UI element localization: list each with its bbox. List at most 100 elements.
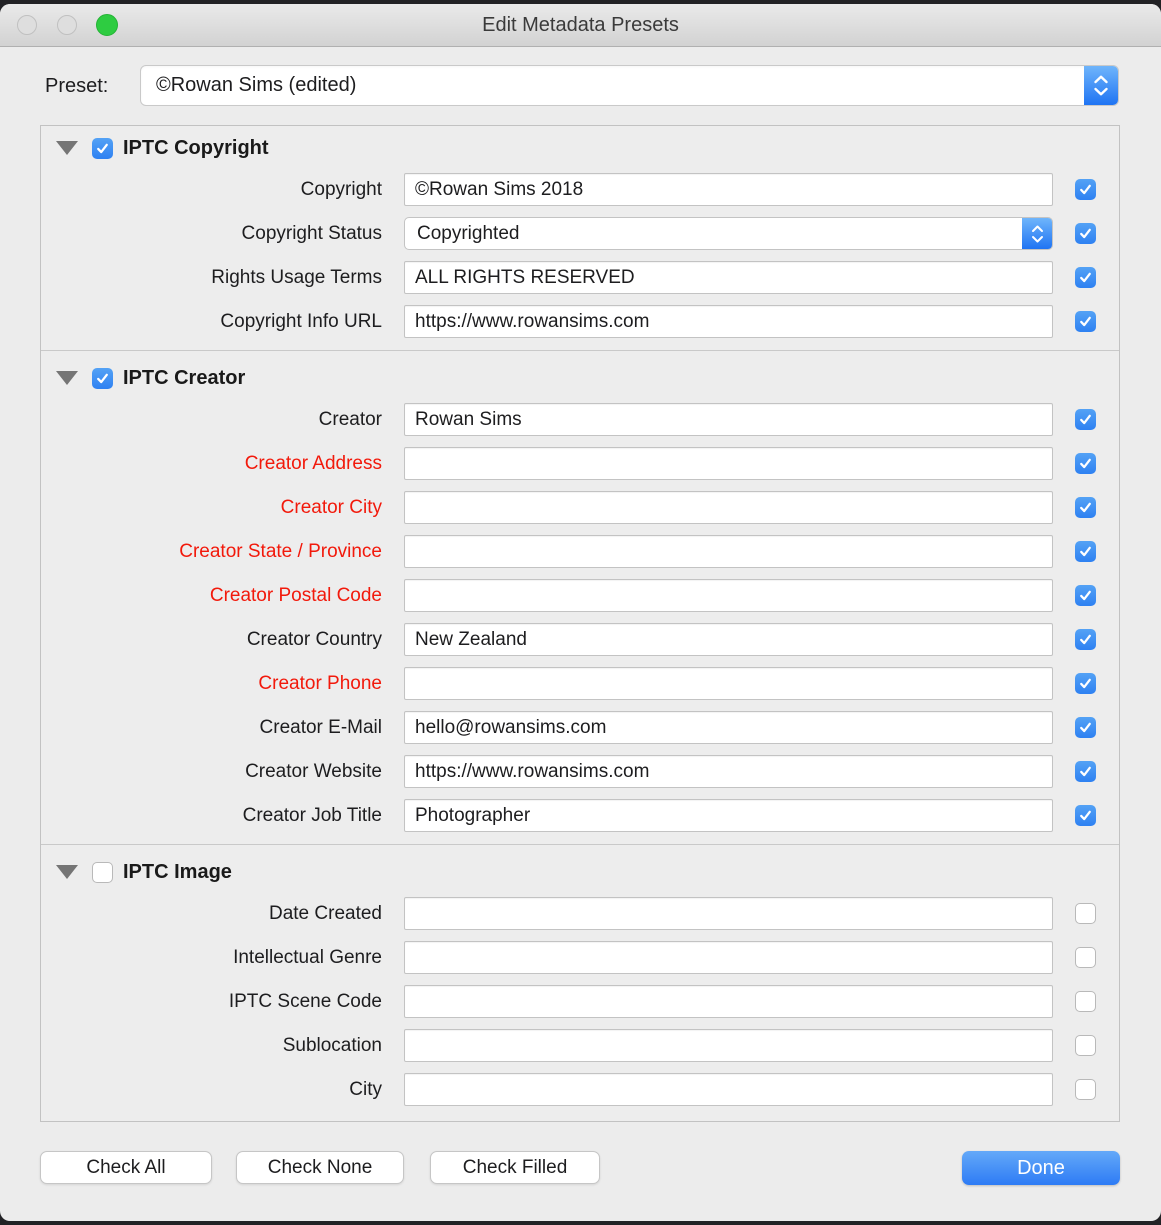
metadata-text-input[interactable] xyxy=(404,711,1053,744)
field-include-checkbox[interactable] xyxy=(1075,629,1096,650)
check-all-button[interactable]: Check All xyxy=(40,1151,212,1184)
field-include-checkbox[interactable] xyxy=(1075,311,1096,332)
field-wrap xyxy=(404,1073,1053,1106)
field-include-checkbox[interactable] xyxy=(1075,267,1096,288)
popup-stepper-icon[interactable] xyxy=(1022,218,1052,249)
metadata-text-input[interactable] xyxy=(404,261,1053,294)
metadata-text-input[interactable] xyxy=(404,667,1053,700)
disclosure-triangle-icon[interactable] xyxy=(56,140,78,156)
metadata-field-row: Sublocation xyxy=(41,1029,1119,1062)
metadata-text-input[interactable] xyxy=(404,985,1053,1018)
checkmark-icon xyxy=(1080,634,1091,645)
field-label: Sublocation xyxy=(282,1034,382,1056)
field-include-checkbox[interactable] xyxy=(1075,497,1096,518)
field-wrap xyxy=(404,711,1053,744)
field-label: Creator Website xyxy=(245,760,382,782)
field-label: Creator State / Province xyxy=(179,540,382,562)
metadata-scroll-area[interactable]: IPTC Copyright Copyright Copyright Statu… xyxy=(40,125,1120,1122)
done-button[interactable]: Done xyxy=(962,1151,1120,1185)
disclosure-triangle-icon[interactable] xyxy=(56,864,78,880)
field-include-checkbox[interactable] xyxy=(1075,223,1096,244)
section-checkbox[interactable] xyxy=(92,137,113,159)
section-checkbox[interactable] xyxy=(92,367,113,389)
section-divider xyxy=(41,350,1119,351)
preset-stepper-icon[interactable] xyxy=(1084,66,1118,105)
field-include-checkbox[interactable] xyxy=(1075,541,1096,562)
field-label: Creator Postal Code xyxy=(209,584,382,606)
metadata-text-input[interactable] xyxy=(404,173,1053,206)
metadata-text-input[interactable] xyxy=(404,941,1053,974)
field-include-checkbox[interactable] xyxy=(1075,761,1096,782)
field-wrap xyxy=(404,897,1053,930)
field-label: Date Created xyxy=(268,902,382,924)
section-title: IPTC Creator xyxy=(123,366,246,389)
metadata-text-input[interactable] xyxy=(404,623,1053,656)
field-wrap xyxy=(404,755,1053,788)
field-include-checkbox[interactable] xyxy=(1075,717,1096,738)
metadata-text-input[interactable] xyxy=(404,447,1053,480)
checkmark-icon xyxy=(1080,678,1091,689)
field-wrap xyxy=(404,667,1053,700)
field-wrap xyxy=(404,305,1053,338)
field-wrap: Copyrighted xyxy=(404,217,1053,250)
preset-label: Preset: xyxy=(45,75,109,97)
field-label: Creator Phone xyxy=(258,672,382,694)
metadata-text-input[interactable] xyxy=(404,1029,1053,1062)
metadata-field-row: Creator Address xyxy=(41,447,1119,480)
check-filled-button[interactable]: Check Filled xyxy=(430,1151,600,1184)
metadata-field-row: Date Created xyxy=(41,897,1119,930)
field-include-checkbox[interactable] xyxy=(1075,947,1096,968)
checkmark-icon xyxy=(1080,458,1091,469)
field-include-checkbox[interactable] xyxy=(1075,1079,1096,1100)
metadata-text-input[interactable] xyxy=(404,1073,1053,1106)
section-title: IPTC Image xyxy=(123,860,232,883)
field-include-checkbox[interactable] xyxy=(1075,453,1096,474)
disclosure-triangle-icon[interactable] xyxy=(56,370,78,386)
metadata-field-row: IPTC Scene Code xyxy=(41,985,1119,1018)
metadata-popup[interactable]: Copyrighted xyxy=(404,217,1053,250)
field-label: Copyright Info URL xyxy=(220,310,382,332)
metadata-text-input[interactable] xyxy=(404,305,1053,338)
metadata-text-input[interactable] xyxy=(404,535,1053,568)
field-include-checkbox[interactable] xyxy=(1075,1035,1096,1056)
field-label: Copyright Status xyxy=(241,222,382,244)
field-wrap xyxy=(404,403,1053,436)
field-include-checkbox[interactable] xyxy=(1075,805,1096,826)
field-include-checkbox[interactable] xyxy=(1075,991,1096,1012)
checkmark-icon xyxy=(1080,590,1091,601)
field-include-checkbox[interactable] xyxy=(1075,409,1096,430)
field-wrap xyxy=(404,799,1053,832)
metadata-field-row: Creator E-Mail xyxy=(41,711,1119,744)
field-label: Creator Address xyxy=(244,452,382,474)
dialog-title: Edit Metadata Presets xyxy=(482,14,679,36)
metadata-field-row: Copyright Info URL xyxy=(41,305,1119,338)
field-include-checkbox[interactable] xyxy=(1075,585,1096,606)
field-label: Rights Usage Terms xyxy=(211,266,382,288)
field-label: Creator Country xyxy=(246,628,382,650)
preset-selected-value: ©Rowan Sims (edited) xyxy=(156,74,357,96)
field-include-checkbox[interactable] xyxy=(1075,179,1096,200)
field-include-checkbox[interactable] xyxy=(1075,903,1096,924)
check-none-button[interactable]: Check None xyxy=(236,1151,404,1184)
metadata-text-input[interactable] xyxy=(404,403,1053,436)
metadata-section: IPTC Image Date Created Intellectual Gen… xyxy=(41,859,1119,1106)
metadata-text-input[interactable] xyxy=(404,799,1053,832)
field-label: City xyxy=(349,1078,382,1100)
metadata-text-input[interactable] xyxy=(404,755,1053,788)
metadata-field-row: Creator Postal Code xyxy=(41,579,1119,612)
checkmark-icon xyxy=(1080,766,1091,777)
metadata-section: IPTC Copyright Copyright Copyright Statu… xyxy=(41,135,1119,338)
section-title: IPTC Copyright xyxy=(123,136,269,159)
preset-popup[interactable]: ©Rowan Sims (edited) xyxy=(140,65,1119,106)
checkmark-icon xyxy=(1080,414,1091,425)
field-include-checkbox[interactable] xyxy=(1075,673,1096,694)
field-wrap xyxy=(404,623,1053,656)
section-header: IPTC Copyright xyxy=(56,135,1119,161)
metadata-text-input[interactable] xyxy=(404,897,1053,930)
metadata-text-input[interactable] xyxy=(404,491,1053,524)
field-wrap xyxy=(404,985,1053,1018)
metadata-text-input[interactable] xyxy=(404,579,1053,612)
metadata-field-row: Copyright Status Copyrighted xyxy=(41,217,1119,250)
section-checkbox[interactable] xyxy=(92,861,113,883)
checkmark-icon xyxy=(97,143,108,153)
